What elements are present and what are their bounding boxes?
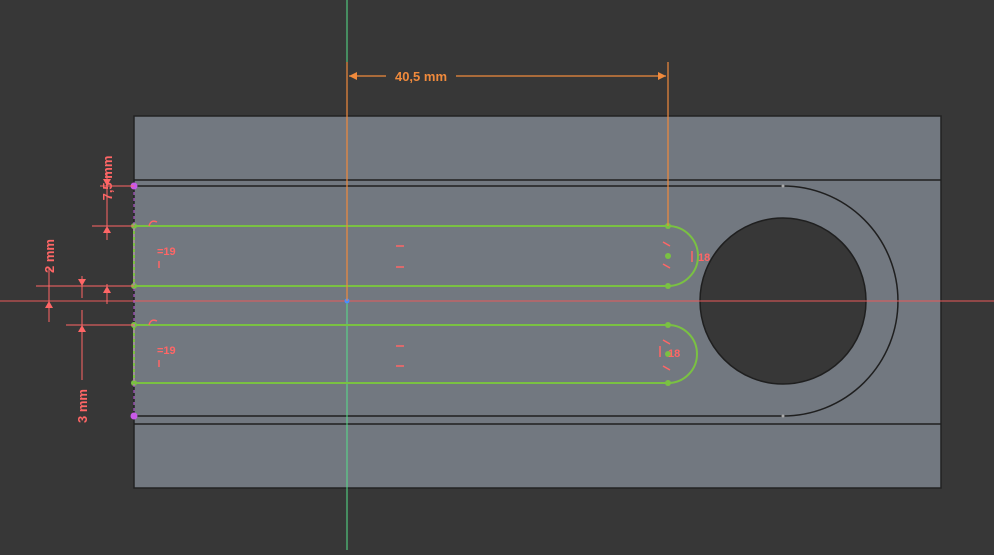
sketch-point[interactable] bbox=[665, 253, 671, 259]
dimension-label[interactable]: 40,5 mm bbox=[395, 69, 447, 84]
sketch-point[interactable] bbox=[665, 322, 671, 328]
sketch-point[interactable] bbox=[665, 283, 671, 289]
dimension-label[interactable]: 7,5 mm bbox=[100, 156, 115, 201]
dimension-label[interactable]: 3 mm bbox=[75, 389, 90, 423]
pocket-vertex-bottom[interactable] bbox=[781, 414, 785, 418]
sketch-canvas[interactable]: 40,5 mm 7,5 mm 2 mm 3 mm =19 =19 18 18 bbox=[0, 0, 994, 550]
sketch-viewport[interactable]: 40,5 mm 7,5 mm 2 mm 3 mm =19 =19 18 18 bbox=[0, 0, 994, 550]
radius-constraint-label[interactable]: 18 bbox=[698, 252, 710, 264]
sketch-point[interactable] bbox=[665, 380, 671, 386]
radius-constraint-label[interactable]: 18 bbox=[668, 348, 680, 360]
equal-constraint-label[interactable]: =19 bbox=[157, 345, 176, 357]
dimension-label[interactable]: 2 mm bbox=[42, 239, 57, 273]
pocket-vertex-top[interactable] bbox=[781, 184, 785, 188]
equal-constraint-label[interactable]: =19 bbox=[157, 246, 176, 258]
